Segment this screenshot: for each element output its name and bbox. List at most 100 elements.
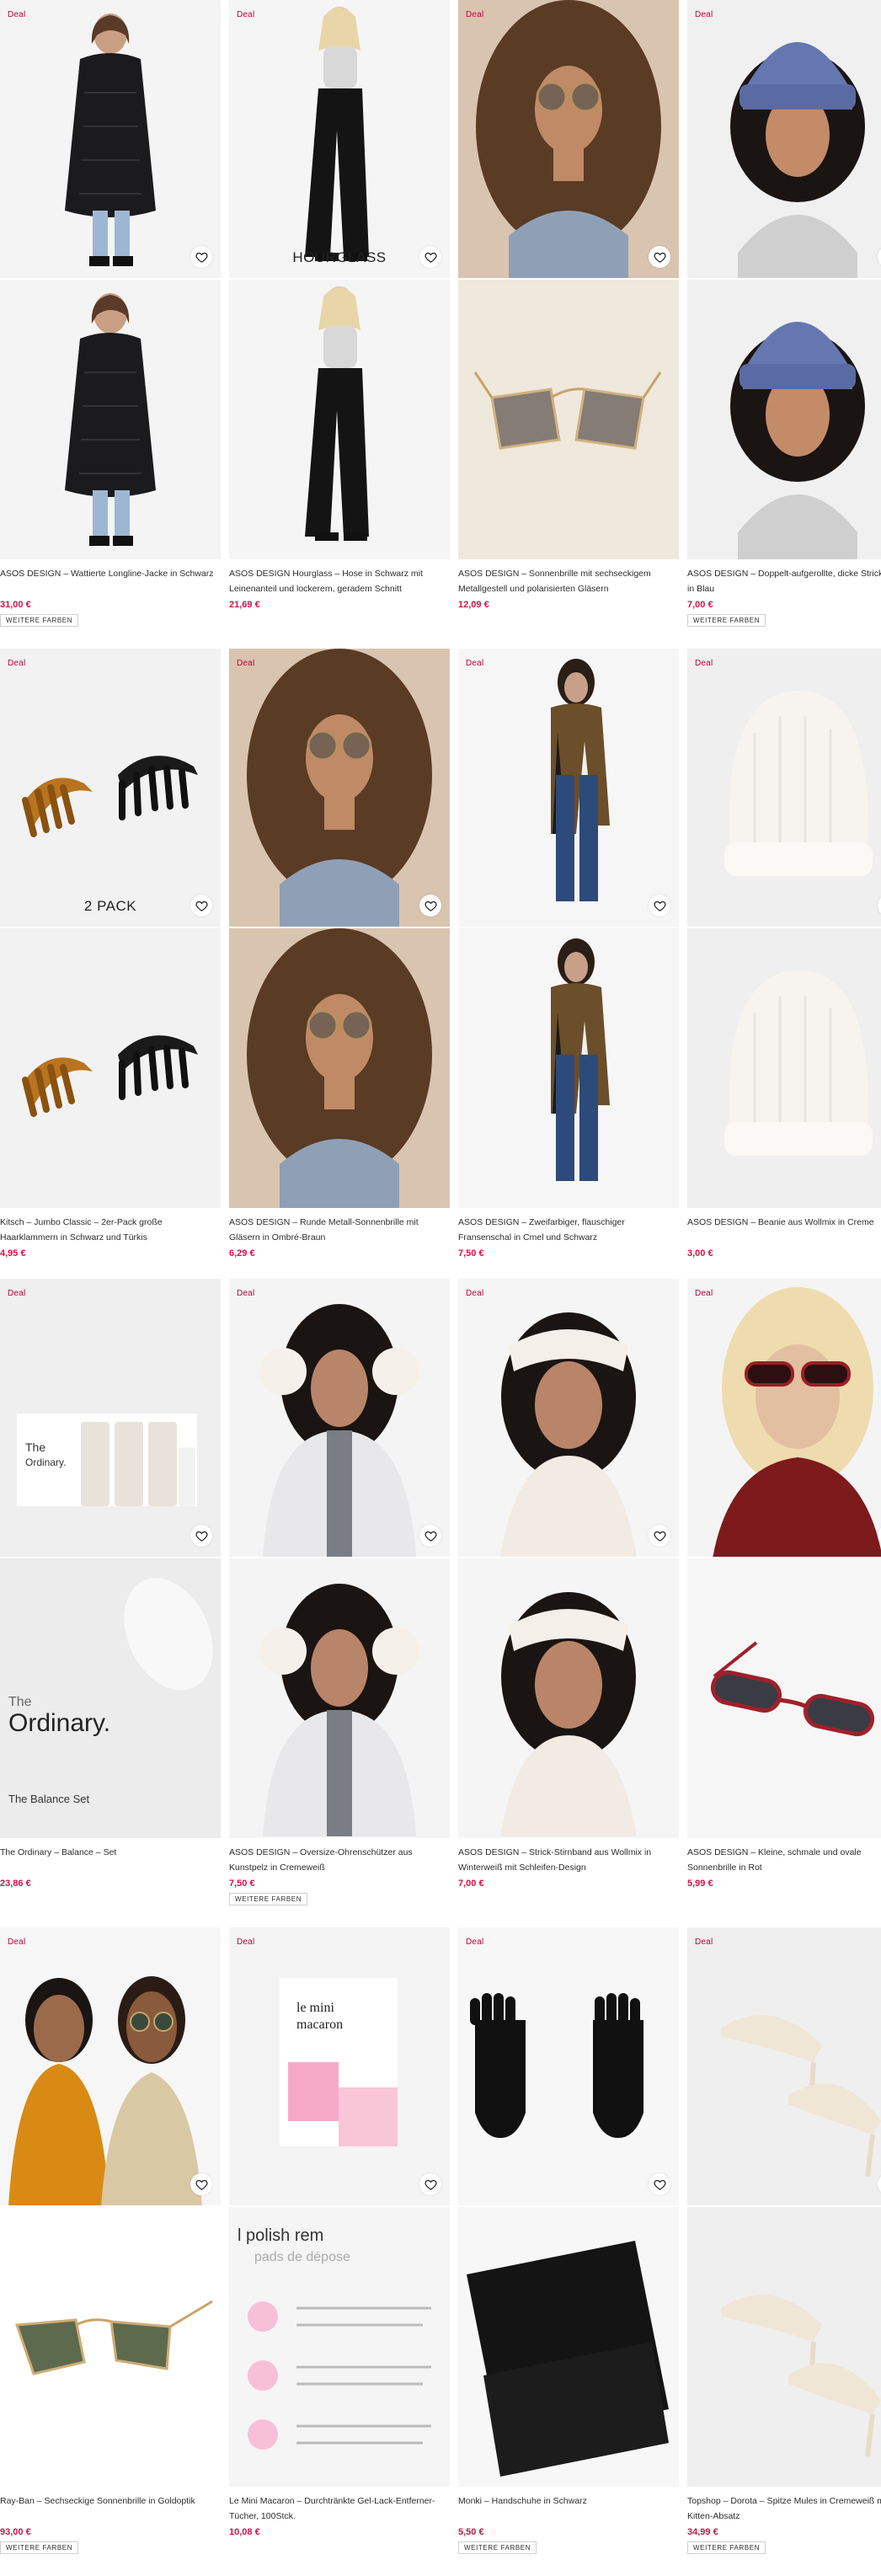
product-card[interactable]: Deal 2 PACK Kitsch – Jumbo Classic – 2er-… [0, 649, 221, 1279]
product-title[interactable]: ASOS DESIGN – Beanie aus Wollmix in Crem… [687, 1215, 881, 1245]
product-image-secondary[interactable] [458, 280, 679, 559]
product-title[interactable]: ASOS DESIGN – Oversize-Ohrenschützer aus… [229, 1845, 450, 1875]
product-card[interactable]: Deal Topshop – Dorota – Spitze Mules in … [687, 1927, 881, 2576]
product-image-secondary[interactable] [0, 928, 221, 1208]
product-card[interactable]: Deal ASOS DESIGN – Beanie aus Wollmix in… [687, 649, 881, 1279]
product-title[interactable]: Monki – Handschuhe in Schwarz [458, 2493, 679, 2524]
product-image-secondary[interactable] [458, 928, 679, 1208]
product-card[interactable]: Deal ASOS DESIGN – Zweifarbiger, flausch… [458, 649, 679, 1279]
product-image-gallery[interactable]: The Ordinary. Deal The Ordinary. The Bal… [0, 1279, 221, 1838]
product-title[interactable]: ASOS DESIGN – Zweifarbiger, flauschiger … [458, 1215, 679, 1245]
product-image-secondary[interactable] [0, 280, 221, 559]
product-card[interactable]: The Ordinary. Deal The Ordinary. The Bal… [0, 1279, 221, 1927]
product-image-gallery[interactable]: Deal [687, 649, 881, 1208]
product-image-gallery[interactable]: Deal [229, 649, 450, 1208]
product-card[interactable]: Deal ASOS DESIGN – Strick-Stirnband aus … [458, 1279, 679, 1927]
product-image-gallery[interactable]: Deal HOURGLASS [229, 0, 450, 559]
product-title[interactable]: ASOS DESIGN Hourglass – Hose in Schwarz … [229, 566, 450, 596]
product-image-secondary[interactable] [458, 2207, 679, 2487]
product-image-primary[interactable]: Deal [458, 1279, 679, 1558]
product-card[interactable]: Deal Ray-Ban – Sechseckige Sonnenbrille … [0, 1927, 221, 2576]
product-card[interactable]: Deal Monki – Handschuhe in Schwarz 5,50 €… [458, 1927, 679, 2576]
product-info: ASOS DESIGN – Runde Metall-Sonnenbrille … [229, 1208, 450, 1279]
product-card[interactable]: Deal ASOS DESIGN – Oversize-Ohrenschütze… [229, 1279, 450, 1927]
product-image-gallery[interactable]: Deal [687, 1927, 881, 2487]
product-image-secondary[interactable] [687, 928, 881, 1208]
product-title[interactable]: Ray-Ban – Sechseckige Sonnenbrille in Go… [0, 2493, 221, 2524]
wishlist-heart-icon[interactable] [419, 895, 441, 917]
product-title[interactable]: ASOS DESIGN – Doppelt-aufgerollte, dicke… [687, 566, 881, 596]
product-image-gallery[interactable]: Deal [229, 1279, 450, 1838]
wishlist-heart-icon[interactable] [419, 2173, 441, 2195]
product-image-primary[interactable]: Deal [0, 0, 221, 280]
product-image-gallery[interactable]: Deal [458, 1927, 679, 2487]
product-image-gallery[interactable]: Deal [0, 1927, 221, 2487]
more-colors-badge[interactable]: WEITERE FARBEN [458, 2541, 537, 2554]
product-image-secondary[interactable] [458, 1558, 679, 1838]
product-image-primary[interactable]: Deal [687, 0, 881, 280]
product-card[interactable]: Deal ASOS DESIGN – Kleine, schmale und o… [687, 1279, 881, 1927]
wishlist-heart-icon[interactable] [190, 2173, 212, 2195]
product-image-secondary[interactable]: l polish rem pads de dépose [229, 2207, 450, 2487]
product-image-gallery[interactable]: Deal [458, 1279, 679, 1838]
product-card[interactable]: Deal ASOS DESIGN – Doppelt-aufgerollte, … [687, 0, 881, 649]
product-card[interactable]: Deal ASOS DESIGN – Runde Metall-Sonnenbr… [229, 649, 450, 1279]
wishlist-heart-icon[interactable] [649, 1525, 670, 1547]
product-title[interactable]: ASOS DESIGN – Kleine, schmale und ovale … [687, 1845, 881, 1875]
more-colors-badge[interactable]: WEITERE FARBEN [229, 1893, 308, 1905]
product-title[interactable]: ASOS DESIGN – Strick-Stirnband aus Wollm… [458, 1845, 679, 1875]
product-title[interactable]: ASOS DESIGN – Runde Metall-Sonnenbrille … [229, 1215, 450, 1245]
product-title[interactable]: Kitsch – Jumbo Classic – 2er-Pack große … [0, 1215, 221, 1245]
product-image-primary[interactable]: Deal [458, 1927, 679, 2207]
more-colors-badge[interactable]: WEITERE FARBEN [687, 614, 766, 627]
product-image-gallery[interactable]: Deal [687, 0, 881, 559]
more-colors-badge[interactable]: WEITERE FARBEN [0, 2541, 79, 2554]
product-image-gallery[interactable]: Deal [687, 1279, 881, 1838]
product-image-secondary[interactable]: The Ordinary. The Balance Set [0, 1558, 221, 1838]
product-image-gallery[interactable]: Deal [458, 649, 679, 1208]
product-image-secondary[interactable] [229, 280, 450, 559]
product-image-primary[interactable]: Deal HOURGLASS [229, 0, 450, 280]
more-colors-badge[interactable]: WEITERE FARBEN [687, 2541, 766, 2554]
product-card[interactable]: Deal ASOS DESIGN – Wattierte Longline-Ja… [0, 0, 221, 649]
product-image-secondary[interactable] [229, 928, 450, 1208]
product-image-gallery[interactable]: le mini macaron Deal l polish rem pads d… [229, 1927, 450, 2487]
product-title[interactable]: The Ordinary – Balance – Set [0, 1845, 221, 1875]
product-title[interactable]: ASOS DESIGN – Wattierte Longline-Jacke i… [0, 566, 221, 596]
product-image-gallery[interactable]: Deal [0, 0, 221, 559]
product-image-secondary[interactable] [0, 2207, 221, 2487]
product-image-gallery[interactable]: Deal 2 PACK [0, 649, 221, 1208]
wishlist-heart-icon[interactable] [649, 895, 670, 917]
product-image-secondary[interactable] [687, 280, 881, 559]
wishlist-heart-icon[interactable] [190, 895, 212, 917]
product-image-primary[interactable]: Deal 2 PACK [0, 649, 221, 928]
product-title[interactable]: ASOS DESIGN – Sonnenbrille mit sechsecki… [458, 566, 679, 596]
product-image-primary[interactable]: Deal [687, 1279, 881, 1558]
wishlist-heart-icon[interactable] [190, 246, 212, 268]
product-image-primary[interactable]: le mini macaron Deal [229, 1927, 450, 2207]
product-image-primary[interactable]: Deal [458, 649, 679, 928]
product-image-primary[interactable]: The Ordinary. Deal [0, 1279, 221, 1558]
product-card[interactable]: le mini macaron Deal l polish rem pads d… [229, 1927, 450, 2576]
product-image-primary[interactable]: Deal [229, 649, 450, 928]
product-image-secondary[interactable] [229, 1558, 450, 1838]
wishlist-heart-icon[interactable] [419, 246, 441, 268]
deal-badge: Deal [466, 659, 484, 668]
product-title[interactable]: Topshop – Dorota – Spitze Mules in Creme… [687, 2493, 881, 2524]
wishlist-heart-icon[interactable] [649, 246, 670, 268]
product-image-primary[interactable]: Deal [229, 1279, 450, 1558]
wishlist-heart-icon[interactable] [649, 2173, 670, 2195]
product-card[interactable]: Deal HOURGLASS ASOS DESIGN Hourglass – Ho… [229, 0, 450, 649]
product-image-secondary[interactable] [687, 2207, 881, 2487]
product-card[interactable]: Deal ASOS DESIGN – Sonnenbrille mit sech… [458, 0, 679, 649]
product-image-gallery[interactable]: Deal [458, 0, 679, 559]
product-image-primary[interactable]: Deal [687, 649, 881, 928]
wishlist-heart-icon[interactable] [419, 1525, 441, 1547]
product-image-primary[interactable]: Deal [687, 1927, 881, 2207]
product-title[interactable]: Le Mini Macaron – Durchtränkte Gel-Lack-… [229, 2493, 450, 2524]
product-image-primary[interactable]: Deal [458, 0, 679, 280]
wishlist-heart-icon[interactable] [190, 1525, 212, 1547]
product-image-secondary[interactable] [687, 1558, 881, 1838]
product-image-primary[interactable]: Deal [0, 1927, 221, 2207]
more-colors-badge[interactable]: WEITERE FARBEN [0, 614, 79, 627]
